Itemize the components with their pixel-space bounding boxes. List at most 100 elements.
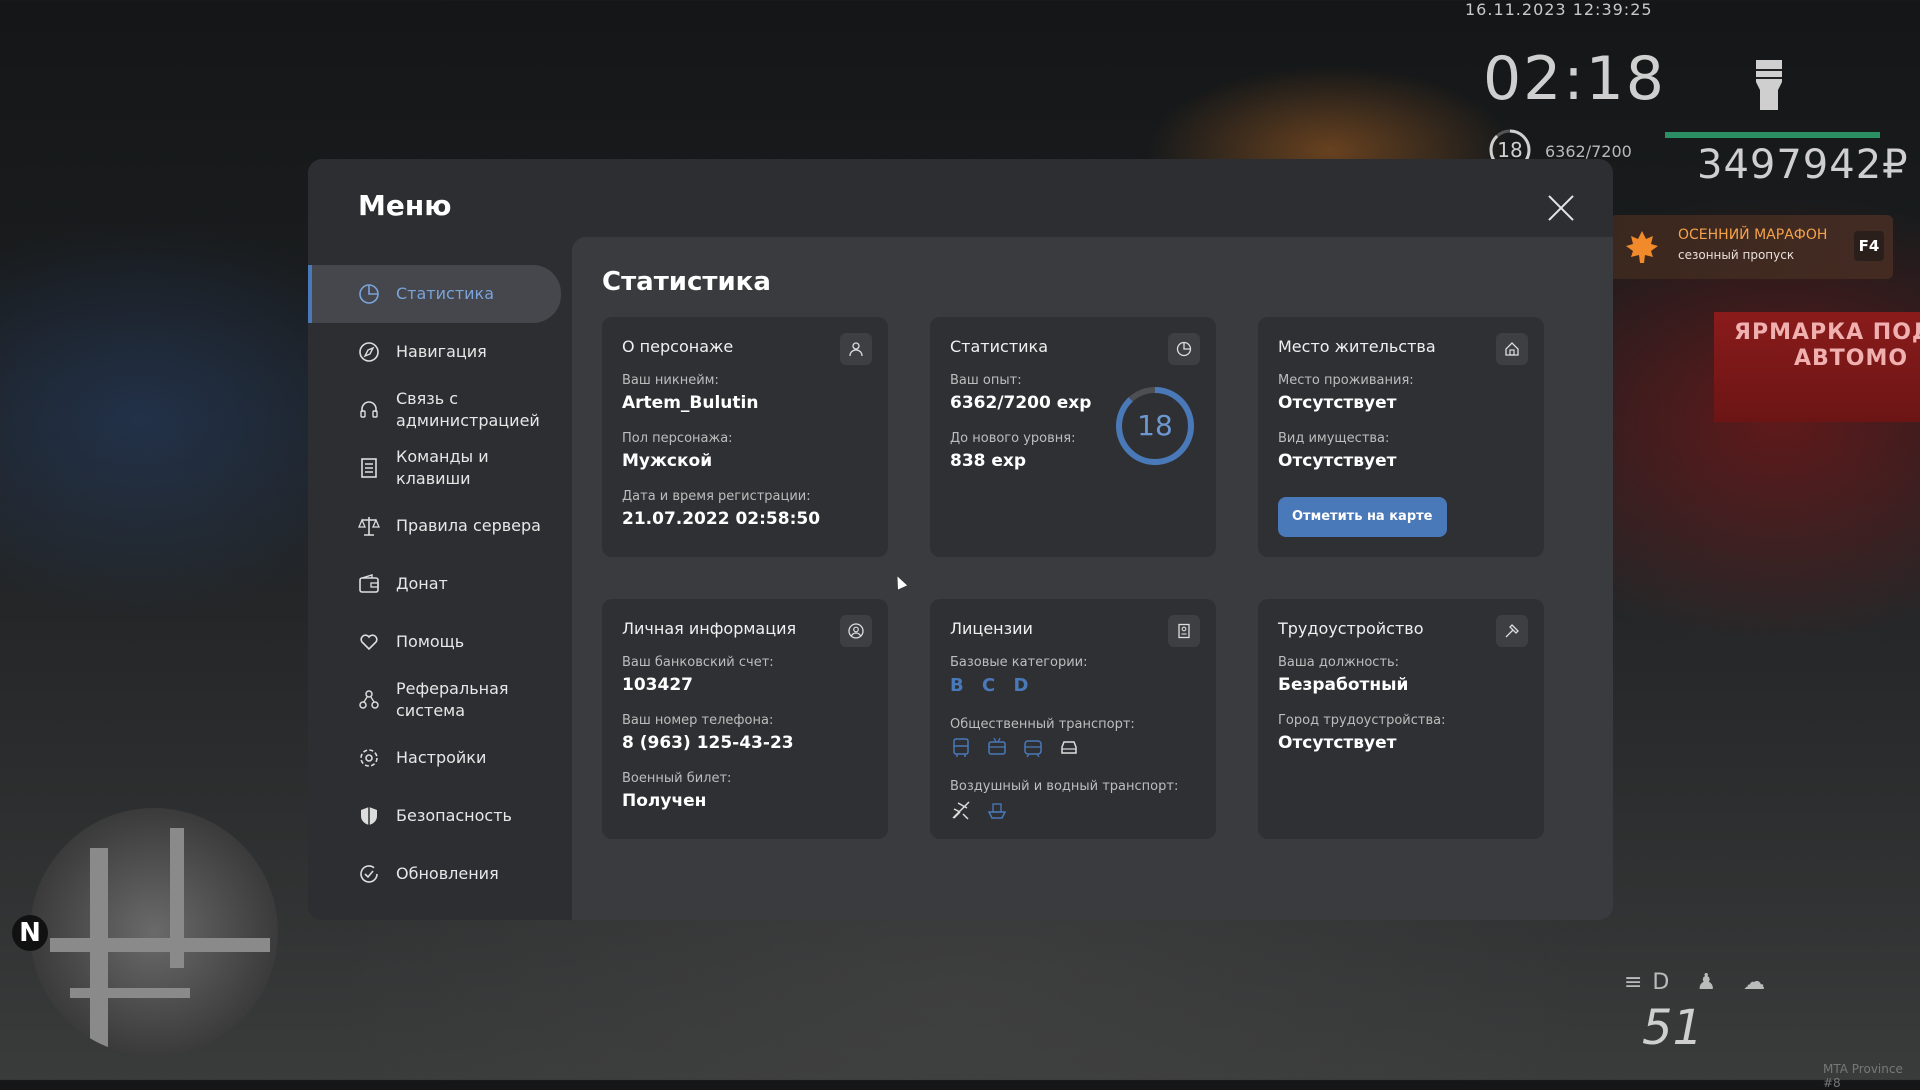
card-employment: Трудоустройство Ваша должность: Безработ…	[1258, 599, 1544, 839]
property-type-label: Вид имущества:	[1278, 431, 1390, 446]
card-title: Лицензии	[950, 619, 1033, 638]
card-residence: Место жительства Место проживания: Отсут…	[1258, 317, 1544, 557]
bank-account-value: 103427	[622, 675, 693, 695]
wallet-icon	[359, 574, 379, 593]
air-water-transport-icons	[950, 799, 1008, 821]
taxi-icon	[1061, 741, 1077, 754]
registration-label: Дата и время регистрации:	[622, 489, 811, 504]
document-icon	[361, 458, 377, 478]
season-pass-subtitle: сезонный пропуск	[1678, 248, 1795, 262]
people-network-icon	[359, 690, 379, 709]
sidebar-item-label: Обновления	[396, 864, 499, 883]
minimap[interactable]	[30, 808, 278, 1056]
sidebar-item-donate[interactable]: Донат	[308, 555, 563, 613]
hammer-icon	[1505, 624, 1519, 638]
job-position-label: Ваша должность:	[1278, 655, 1400, 670]
sidebar-nav: Статистика Навигация Связь с администрац…	[308, 265, 563, 903]
sidebar-item-label: Команды и клавиши	[396, 447, 489, 488]
card-statistics: Статистика Ваш опыт: 6362/7200 exp До но…	[930, 317, 1216, 557]
pie-chart-icon	[359, 284, 379, 304]
phone-value: 8 (963) 125-43-23	[622, 733, 794, 753]
sidebar-item-settings[interactable]: Настройки	[308, 729, 563, 787]
gender-value: Мужской	[622, 451, 713, 471]
base-categories-label: Базовые категории:	[950, 655, 1088, 670]
nickname-value: Artem_Bulutin	[622, 393, 759, 413]
sidebar-item-statistics[interactable]: Статистика	[308, 265, 561, 323]
sidebar-item-navigation[interactable]: Навигация	[308, 323, 563, 381]
card-personal-info: Личная информация Ваш банковский счет: 1…	[602, 599, 888, 839]
card-icon-box	[1168, 615, 1200, 647]
trolleybus-icon	[988, 737, 1006, 755]
sidebar-item-updates[interactable]: Обновления	[308, 845, 563, 903]
job-city-label: Город трудоустройства:	[1278, 713, 1446, 728]
sidebar-item-label: Безопасность	[396, 806, 512, 825]
server-watermark: MTA Province #8	[1823, 1062, 1903, 1090]
menu-title: Меню	[358, 189, 452, 222]
nickname-label: Ваш никнейм:	[622, 373, 719, 388]
hud-clock: 02:18	[1483, 44, 1666, 114]
card-icon-box	[840, 333, 872, 365]
sidebar-item-label: Донат	[396, 574, 448, 593]
sidebar-item-admin-contact[interactable]: Связь с администрацией	[308, 381, 563, 439]
vehicle-status-icons: ≡D ♟ ☁	[1624, 970, 1776, 995]
sidebar-item-referral[interactable]: Реферальная система	[308, 671, 563, 729]
card-title: Место жительства	[1278, 337, 1436, 356]
sidebar-item-security[interactable]: Безопасность	[308, 787, 563, 845]
registration-value: 21.07.2022 02:58:50	[622, 509, 821, 529]
next-level-label: До нового уровня:	[950, 431, 1076, 446]
hud-money: 3497942₽	[1697, 142, 1909, 188]
heart-hand-icon	[360, 634, 378, 651]
next-level-value: 838 exp	[950, 451, 1027, 471]
air-water-transport-label: Воздушный и водный транспорт:	[950, 779, 1179, 794]
close-button[interactable]	[1546, 193, 1576, 223]
sidebar-item-label: Навигация	[396, 342, 487, 361]
airplane-icon	[952, 801, 970, 820]
compass-north: N	[12, 915, 48, 951]
refresh-check-icon	[360, 865, 378, 883]
headset-icon	[360, 401, 378, 418]
sidebar-item-label: Правила сервера	[396, 516, 541, 535]
shield-icon	[361, 807, 377, 825]
sidebar-item-label: Статистика	[396, 284, 494, 303]
gear-icon	[360, 749, 378, 767]
compass-icon	[359, 342, 379, 362]
boat-icon	[987, 803, 1007, 819]
user-circle-icon	[848, 623, 864, 639]
card-icon-box	[1496, 615, 1528, 647]
card-title: Личная информация	[622, 619, 797, 638]
content-panel: Статистика О персонаже Ваш никнейм: Arte…	[572, 237, 1613, 920]
card-icon-box	[1496, 333, 1528, 365]
pie-chart-icon	[1176, 341, 1192, 357]
phone-label: Ваш номер телефона:	[622, 713, 774, 728]
exp-label: Ваш опыт:	[950, 373, 1022, 388]
season-pass-hotkey: F4	[1854, 231, 1884, 261]
season-pass-banner[interactable]: ОСЕННИЙ МАРАФОН сезонный пропуск F4	[1610, 215, 1893, 279]
sidebar-item-commands[interactable]: Команды и клавиши	[308, 439, 563, 497]
sidebar-item-help[interactable]: Помощь	[308, 613, 563, 671]
mark-on-map-button[interactable]: Отметить на карте	[1278, 497, 1447, 537]
military-id-label: Военный билет:	[622, 771, 732, 786]
sidebar-item-rules[interactable]: Правила сервера	[308, 497, 563, 555]
card-about-character: О персонаже Ваш никнейм: Artem_Bulutin П…	[602, 317, 888, 557]
level-number: 18	[1137, 409, 1173, 442]
menu-window: Меню Статистика Навигация Связь с админи…	[308, 159, 1613, 920]
property-type-value: Отсутствует	[1278, 451, 1397, 471]
card-icon-box	[840, 615, 872, 647]
scales-icon	[358, 517, 380, 536]
military-id-value: Получен	[622, 791, 707, 811]
license-card-icon	[1178, 623, 1190, 639]
sidebar-item-label: Помощь	[396, 632, 465, 651]
card-licenses: Лицензии Базовые категории: B C D Общест…	[930, 599, 1216, 839]
maple-leaf-icon	[1626, 231, 1658, 263]
residence-place-label: Место проживания:	[1278, 373, 1414, 388]
hud-health-bar	[1665, 132, 1880, 138]
house-icon	[1505, 342, 1519, 356]
residence-place-value: Отсутствует	[1278, 393, 1397, 413]
billboard-line1: ЯРМАРКА ПОД	[1734, 320, 1920, 345]
sidebar-item-label: Настройки	[396, 748, 487, 767]
exp-value: 6362/7200 exp	[950, 393, 1092, 413]
job-position-value: Безработный	[1278, 675, 1409, 695]
base-categories-value: B C D	[950, 675, 1035, 696]
billboard: ЯРМАРКА ПОД АВТОМО	[1714, 312, 1920, 422]
gender-label: Пол персонажа:	[622, 431, 733, 446]
